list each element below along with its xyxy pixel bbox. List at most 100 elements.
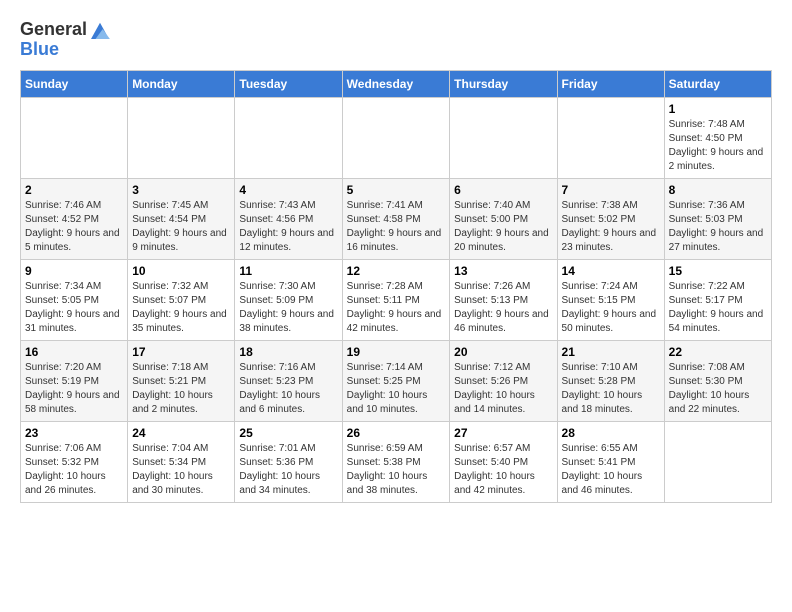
day-info: Sunrise: 7:30 AM Sunset: 5:09 PM Dayligh… <box>239 280 337 336</box>
day-number: 28 <box>562 426 660 440</box>
day-cell: 5 Sunrise: 7:41 AM Sunset: 4:58 PM Daylig… <box>342 178 450 259</box>
day-number: 6 <box>454 183 552 197</box>
day-info: Sunrise: 7:46 AM Sunset: 4:52 PM Dayligh… <box>25 199 123 255</box>
day-info: Sunrise: 6:55 AM Sunset: 5:41 PM Dayligh… <box>562 442 660 498</box>
day-number: 25 <box>239 426 337 440</box>
day-number: 20 <box>454 345 552 359</box>
day-cell <box>342 97 450 178</box>
day-number: 18 <box>239 345 337 359</box>
day-info: Sunrise: 7:34 AM Sunset: 5:05 PM Dayligh… <box>25 280 123 336</box>
column-header-monday: Monday <box>128 70 235 97</box>
day-number: 26 <box>347 426 446 440</box>
day-number: 1 <box>669 102 767 116</box>
day-info: Sunrise: 6:59 AM Sunset: 5:38 PM Dayligh… <box>347 442 446 498</box>
day-info: Sunrise: 7:48 AM Sunset: 4:50 PM Dayligh… <box>669 118 767 174</box>
day-cell: 8 Sunrise: 7:36 AM Sunset: 5:03 PM Daylig… <box>664 178 771 259</box>
calendar-table: SundayMondayTuesdayWednesdayThursdayFrid… <box>20 70 772 503</box>
day-cell: 19 Sunrise: 7:14 AM Sunset: 5:25 PM Dayli… <box>342 340 450 421</box>
day-info: Sunrise: 7:01 AM Sunset: 5:36 PM Dayligh… <box>239 442 337 498</box>
day-number: 21 <box>562 345 660 359</box>
day-cell <box>557 97 664 178</box>
column-header-thursday: Thursday <box>450 70 557 97</box>
day-number: 2 <box>25 183 123 197</box>
day-info: Sunrise: 7:43 AM Sunset: 4:56 PM Dayligh… <box>239 199 337 255</box>
day-number: 8 <box>669 183 767 197</box>
day-cell: 2 Sunrise: 7:46 AM Sunset: 4:52 PM Daylig… <box>21 178 128 259</box>
day-cell <box>235 97 342 178</box>
day-number: 13 <box>454 264 552 278</box>
week-row-1: 1 Sunrise: 7:48 AM Sunset: 4:50 PM Daylig… <box>21 97 772 178</box>
day-info: Sunrise: 7:36 AM Sunset: 5:03 PM Dayligh… <box>669 199 767 255</box>
day-cell: 17 Sunrise: 7:18 AM Sunset: 5:21 PM Dayli… <box>128 340 235 421</box>
day-number: 5 <box>347 183 446 197</box>
day-cell <box>664 421 771 502</box>
day-number: 4 <box>239 183 337 197</box>
week-row-2: 2 Sunrise: 7:46 AM Sunset: 4:52 PM Daylig… <box>21 178 772 259</box>
day-cell: 10 Sunrise: 7:32 AM Sunset: 5:07 PM Dayli… <box>128 259 235 340</box>
day-cell: 7Sunrise: 7:38 AM Sunset: 5:02 PM Daylig… <box>557 178 664 259</box>
day-number: 15 <box>669 264 767 278</box>
day-cell: 11 Sunrise: 7:30 AM Sunset: 5:09 PM Dayli… <box>235 259 342 340</box>
day-info: Sunrise: 7:22 AM Sunset: 5:17 PM Dayligh… <box>669 280 767 336</box>
day-info: Sunrise: 7:08 AM Sunset: 5:30 PM Dayligh… <box>669 361 767 417</box>
day-cell: 16Sunrise: 7:20 AM Sunset: 5:19 PM Dayli… <box>21 340 128 421</box>
day-info: Sunrise: 7:41 AM Sunset: 4:58 PM Dayligh… <box>347 199 446 255</box>
day-number: 10 <box>132 264 230 278</box>
day-number: 27 <box>454 426 552 440</box>
day-number: 16 <box>25 345 123 359</box>
column-header-sunday: Sunday <box>21 70 128 97</box>
day-cell: 28 Sunrise: 6:55 AM Sunset: 5:41 PM Dayli… <box>557 421 664 502</box>
day-info: Sunrise: 7:10 AM Sunset: 5:28 PM Dayligh… <box>562 361 660 417</box>
logo-text: GeneralBlue <box>20 20 111 60</box>
day-info: Sunrise: 7:16 AM Sunset: 5:23 PM Dayligh… <box>239 361 337 417</box>
day-info: Sunrise: 7:06 AM Sunset: 5:32 PM Dayligh… <box>25 442 123 498</box>
day-number: 12 <box>347 264 446 278</box>
day-info: Sunrise: 7:14 AM Sunset: 5:25 PM Dayligh… <box>347 361 446 417</box>
week-row-3: 9 Sunrise: 7:34 AM Sunset: 5:05 PM Daylig… <box>21 259 772 340</box>
day-cell <box>128 97 235 178</box>
day-number: 24 <box>132 426 230 440</box>
day-number: 17 <box>132 345 230 359</box>
day-cell: 14 Sunrise: 7:24 AM Sunset: 5:15 PM Dayli… <box>557 259 664 340</box>
day-cell: 15 Sunrise: 7:22 AM Sunset: 5:17 PM Dayli… <box>664 259 771 340</box>
day-info: Sunrise: 7:18 AM Sunset: 5:21 PM Dayligh… <box>132 361 230 417</box>
day-cell: 26 Sunrise: 6:59 AM Sunset: 5:38 PM Dayli… <box>342 421 450 502</box>
day-cell: 18 Sunrise: 7:16 AM Sunset: 5:23 PM Dayli… <box>235 340 342 421</box>
day-cell <box>450 97 557 178</box>
day-info: Sunrise: 7:24 AM Sunset: 5:15 PM Dayligh… <box>562 280 660 336</box>
column-header-wednesday: Wednesday <box>342 70 450 97</box>
day-cell: 23 Sunrise: 7:06 AM Sunset: 5:32 PM Dayli… <box>21 421 128 502</box>
day-number: 11 <box>239 264 337 278</box>
day-info: Sunrise: 7:12 AM Sunset: 5:26 PM Dayligh… <box>454 361 552 417</box>
day-cell: 21 Sunrise: 7:10 AM Sunset: 5:28 PM Dayli… <box>557 340 664 421</box>
day-number: 14 <box>562 264 660 278</box>
day-cell <box>21 97 128 178</box>
day-number: 23 <box>25 426 123 440</box>
day-info: Sunrise: 7:45 AM Sunset: 4:54 PM Dayligh… <box>132 199 230 255</box>
day-info: Sunrise: 7:28 AM Sunset: 5:11 PM Dayligh… <box>347 280 446 336</box>
day-cell: 24 Sunrise: 7:04 AM Sunset: 5:34 PM Dayli… <box>128 421 235 502</box>
day-info: Sunrise: 7:04 AM Sunset: 5:34 PM Dayligh… <box>132 442 230 498</box>
day-info: Sunrise: 7:40 AM Sunset: 5:00 PM Dayligh… <box>454 199 552 255</box>
logo: GeneralBlue <box>20 20 111 60</box>
day-number: 3 <box>132 183 230 197</box>
day-cell: 20 Sunrise: 7:12 AM Sunset: 5:26 PM Dayli… <box>450 340 557 421</box>
header-row: SundayMondayTuesdayWednesdayThursdayFrid… <box>21 70 772 97</box>
day-number: 19 <box>347 345 446 359</box>
page-header: GeneralBlue <box>20 20 772 60</box>
day-cell: 22 Sunrise: 7:08 AM Sunset: 5:30 PM Dayli… <box>664 340 771 421</box>
day-cell: 25 Sunrise: 7:01 AM Sunset: 5:36 PM Dayli… <box>235 421 342 502</box>
day-number: 7 <box>562 183 660 197</box>
day-number: 9 <box>25 264 123 278</box>
day-cell: 4 Sunrise: 7:43 AM Sunset: 4:56 PM Daylig… <box>235 178 342 259</box>
week-row-5: 23 Sunrise: 7:06 AM Sunset: 5:32 PM Dayli… <box>21 421 772 502</box>
day-cell: 12 Sunrise: 7:28 AM Sunset: 5:11 PM Dayli… <box>342 259 450 340</box>
column-header-saturday: Saturday <box>664 70 771 97</box>
day-cell: 27 Sunrise: 6:57 AM Sunset: 5:40 PM Dayli… <box>450 421 557 502</box>
day-number: 22 <box>669 345 767 359</box>
day-info: Sunrise: 6:57 AM Sunset: 5:40 PM Dayligh… <box>454 442 552 498</box>
day-cell: 1 Sunrise: 7:48 AM Sunset: 4:50 PM Daylig… <box>664 97 771 178</box>
column-header-tuesday: Tuesday <box>235 70 342 97</box>
day-info: Sunrise: 7:32 AM Sunset: 5:07 PM Dayligh… <box>132 280 230 336</box>
day-cell: 3 Sunrise: 7:45 AM Sunset: 4:54 PM Daylig… <box>128 178 235 259</box>
